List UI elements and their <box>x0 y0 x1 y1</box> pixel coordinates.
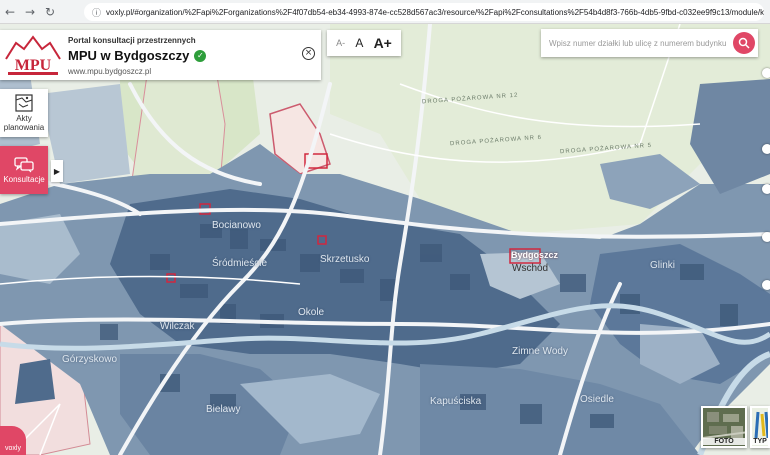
map-document-icon <box>15 94 33 112</box>
mpu-logo: MPU <box>5 35 61 75</box>
site-title-text: MPU w Bydgoszczy <box>68 48 190 63</box>
check-circle-icon: ✓ <box>194 49 207 62</box>
map-locate-dot[interactable] <box>762 184 770 194</box>
search-input[interactable] <box>549 38 729 48</box>
basemap-type-button[interactable]: TYP <box>750 406 770 448</box>
search-button[interactable] <box>733 32 755 54</box>
url-text: voxly.pl/#organization/%2Fapi%2Forganiza… <box>106 7 764 17</box>
map-measure-dot[interactable] <box>762 232 770 242</box>
browser-toolbar: ← → ↻ ⓘ voxly.pl/#organization/%2Fapi%2F… <box>0 0 770 24</box>
font-increase-button[interactable]: A+ <box>374 35 392 51</box>
forward-icon[interactable]: → <box>20 0 40 24</box>
back-icon[interactable]: ← <box>0 0 20 24</box>
consultations-button[interactable]: Konsultacje <box>0 146 48 194</box>
planning-acts-button[interactable]: Akty planowania <box>0 89 48 137</box>
site-url[interactable]: www.mpu.bydgoszcz.pl <box>68 67 151 76</box>
typ-label: TYP <box>752 438 768 445</box>
map-drawing <box>0 24 770 455</box>
search-box <box>541 29 758 57</box>
search-icon <box>738 37 750 49</box>
voxly-label: voxly <box>5 445 21 452</box>
logo-mpu-text: MPU <box>15 57 52 74</box>
portal-info-card: MPU Portal konsultacji przestrzennych MP… <box>0 30 321 80</box>
url-bar[interactable]: ⓘ voxly.pl/#organization/%2Fapi%2Forgani… <box>84 3 764 21</box>
reload-icon[interactable]: ↻ <box>40 0 60 24</box>
consultations-label: Konsultacje <box>3 174 45 184</box>
chevron-right-icon: ▶ <box>53 166 61 176</box>
close-icon[interactable]: × <box>302 47 315 60</box>
map-info-dot[interactable] <box>762 280 770 290</box>
site-info-icon[interactable]: ⓘ <box>92 6 101 19</box>
font-decrease-button[interactable]: A- <box>336 38 345 48</box>
voxly-logo[interactable]: voxly <box>0 426 26 455</box>
portal-label: Portal konsultacji przestrzennych <box>68 36 196 45</box>
planning-acts-label: Akty planowania <box>3 114 45 132</box>
site-title: MPU w Bydgoszczy ✓ <box>68 48 207 63</box>
foto-label: FOTO <box>703 438 745 445</box>
chat-bubbles-icon <box>14 156 34 172</box>
font-normal-button[interactable]: A <box>355 36 363 50</box>
map-zoom-in-dot[interactable] <box>762 68 770 78</box>
basemap-foto-button[interactable]: FOTO <box>701 406 747 448</box>
panel-expand-handle[interactable]: ▶ <box>51 160 63 182</box>
font-size-controls: A- A A+ <box>327 30 401 56</box>
map-canvas[interactable]: DROGA POŻAROWA NR 12 DROGA POŻAROWA NR 6… <box>0 24 770 455</box>
map-layer-dot[interactable] <box>762 144 770 154</box>
